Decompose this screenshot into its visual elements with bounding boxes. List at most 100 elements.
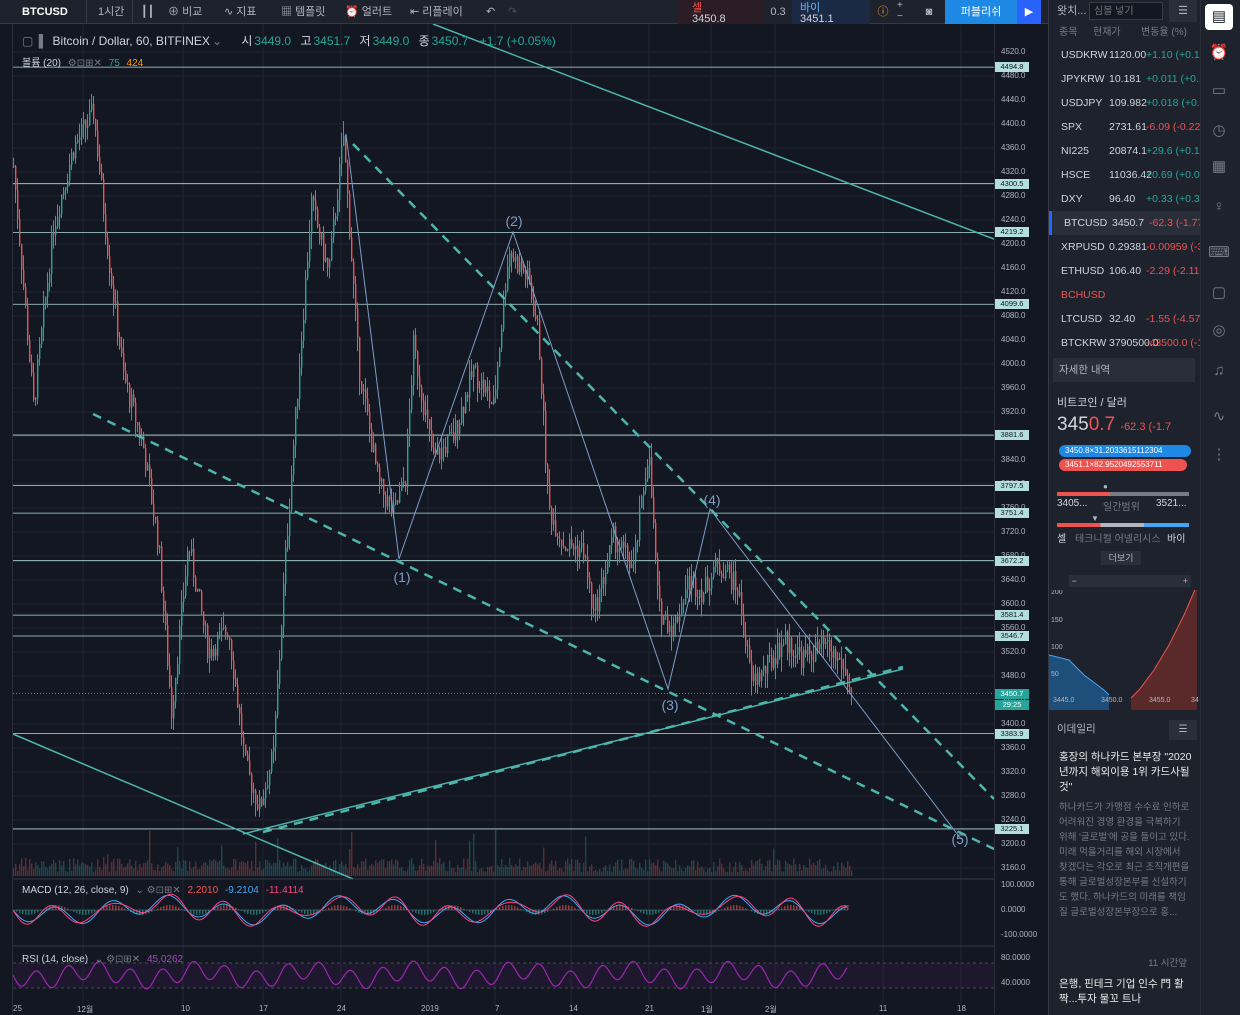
watchlist-row[interactable]: ETHUSD 106.40 -2.29 (-2.11%): [1049, 259, 1201, 283]
watchlist-row[interactable]: DXY 96.40 +0.33 (+0.34%): [1049, 187, 1201, 211]
watchlist-row[interactable]: XRPUSD 0.29381-0.00959 (-3.16%): [1049, 235, 1201, 259]
macd-hist-bar: [478, 910, 480, 915]
replay-button[interactable]: ⇤ 리플레이: [410, 0, 463, 24]
candle-body: [235, 678, 237, 685]
watchlist-row[interactable]: SPX 2731.61-6.09 (-0.22%): [1049, 115, 1201, 139]
details-button[interactable]: 자세한 내역: [1053, 358, 1195, 382]
candle-body: [55, 226, 57, 235]
volume-bar: [391, 859, 393, 876]
calendar-icon[interactable]: ▦: [1205, 154, 1233, 180]
camera-icon[interactable]: ◙: [918, 0, 940, 24]
bell-icon[interactable]: ♫: [1205, 358, 1233, 384]
alarm-clock-icon[interactable]: ⏰: [1205, 40, 1233, 66]
redo-icon[interactable]: ↷: [508, 0, 517, 24]
rsi-settings-icon[interactable]: ⌄ ⚙⊡⊞✕: [95, 954, 140, 965]
news-headline[interactable]: 홍장의 하나카드 본부장 "2020년까지 해외이용 1위 카드사될 것": [1059, 750, 1197, 795]
settings-icon[interactable]: ⚙⊡⊞✕: [68, 58, 102, 69]
candle-body: [719, 563, 721, 574]
macd-settings-icon[interactable]: ⌄ ⚙⊡⊞✕: [136, 885, 181, 896]
macd-hist-bar: [652, 910, 654, 915]
volume-label[interactable]: 볼륨 (20): [22, 58, 61, 69]
macd-hist-bar: [322, 910, 324, 912]
candle-body: [375, 444, 377, 464]
chevron-down-icon[interactable]: ⌄: [212, 34, 222, 48]
compare-button[interactable]: ⊕ 비교: [168, 0, 202, 24]
row-symbol: LTCUSD: [1061, 313, 1103, 325]
volume-bar: [539, 862, 541, 876]
macd-hist-bar: [82, 910, 84, 915]
publish-button[interactable]: 퍼블리쉬: [945, 0, 1017, 24]
play-icon[interactable]: ▶: [1017, 0, 1041, 24]
news-headline-2[interactable]: 은행, 핀테크 기업 인수 門 활짝...투자 물꼬 트나: [1059, 977, 1197, 1007]
plus-minus-icon[interactable]: + −: [897, 0, 909, 24]
chart-grid: [13, 24, 994, 1004]
broadcast-icon[interactable]: ◎: [1205, 318, 1233, 344]
candle-body: [561, 539, 563, 546]
undo-icon[interactable]: ↶: [486, 0, 495, 24]
news-source[interactable]: 이데일리: [1057, 722, 1096, 737]
chat-icon[interactable]: ▢: [1205, 280, 1233, 306]
buy-button[interactable]: 바이 3451.1: [792, 0, 870, 25]
candle-body: [539, 319, 541, 359]
volume-bar: [279, 859, 281, 876]
watchlist-title[interactable]: 왓치...: [1057, 0, 1086, 22]
candle-body: [357, 308, 359, 338]
symbol-search[interactable]: BTCUSD: [22, 0, 68, 24]
idea-icon[interactable]: ♀: [1205, 194, 1233, 220]
volume-bar: [491, 865, 493, 876]
depth-zoom-slider[interactable]: − +: [1069, 575, 1191, 587]
chart-title[interactable]: Bitcoin / Dollar, 60, BITFINEX: [53, 34, 210, 48]
templates-button[interactable]: ▦ 템플릿: [281, 0, 325, 24]
tech-marker-icon: ▼: [1091, 514, 1099, 523]
volume-bar: [431, 865, 433, 876]
candle-body: [193, 548, 195, 578]
candle-body: [755, 673, 757, 685]
macd-hist-bar: [223, 905, 225, 910]
volume-bar: [23, 866, 25, 876]
depth-chart[interactable]: 200 150 100 50 3445.0 3450.0 3455.0 34: [1049, 590, 1199, 710]
timer-icon[interactable]: ◷: [1205, 118, 1233, 144]
watchlist-row[interactable]: USDKRW1120.00+1.10 (+0.10%): [1049, 43, 1201, 67]
watchlist-row[interactable]: BTCUSD 3450.7 -62.3 (-1.77%): [1049, 211, 1201, 235]
watchlist-row[interactable]: BCHUSD: [1049, 283, 1201, 307]
price-chart[interactable]: (1) (2) (3) (4) (5): [13, 24, 994, 1004]
rsi-label[interactable]: RSI (14, close): [22, 954, 88, 965]
trend-icon[interactable]: ∿: [1205, 404, 1233, 430]
list-menu-icon[interactable]: ☰: [1169, 0, 1197, 22]
candle-body: [13, 166, 15, 167]
sell-button[interactable]: 셀 3450.8: [678, 0, 764, 25]
row-change: -1.55 (-4.57%): [1146, 313, 1201, 325]
volume-bar: [625, 868, 627, 876]
interval-button[interactable]: 1시간: [98, 0, 124, 24]
watchlist-row[interactable]: NI225 20874.1+29.6 (+0.14%): [1049, 139, 1201, 163]
symbol-input[interactable]: [1089, 2, 1163, 20]
news-menu-icon[interactable]: ☰: [1169, 720, 1197, 740]
candle-body: [157, 519, 159, 549]
time-axis[interactable]: 25 12월 10 17 24 2019 7 14 21 1월 2월 11 18: [13, 1004, 994, 1015]
order-book-icon[interactable]: ⋮: [1205, 442, 1233, 468]
collapse-icon[interactable]: ▢: [22, 34, 33, 48]
macd-label[interactable]: MACD (12, 26, close, 9): [22, 885, 129, 896]
indicators-button[interactable]: ∿ 지표: [224, 0, 257, 24]
watchlist-row[interactable]: LTCUSD 32.40 -1.55 (-4.57%): [1049, 307, 1201, 331]
more-button[interactable]: 더보기: [1101, 551, 1141, 565]
price-axis[interactable]: 4520.0 4480.0 4440.0 4400.0 4360.0 4320.0 4280…: [994, 24, 1047, 1014]
volume-bar: [89, 866, 91, 876]
info-icon[interactable]: ⓘ: [873, 0, 893, 24]
watchlist-row[interactable]: USDJPY 109.982+0.018 (+0.02%): [1049, 91, 1201, 115]
watchlist-row[interactable]: BTCKRW3790500.0-43500.0 (-1.1%): [1049, 331, 1201, 355]
watchlist-icon[interactable]: ▤: [1205, 4, 1233, 30]
candle-body: [455, 420, 457, 441]
stream-icon[interactable]: ⌨: [1205, 240, 1233, 266]
volume-bar: [527, 861, 529, 876]
watchlist-row[interactable]: JPYKRW 10.181 +0.011 (+0.11%): [1049, 67, 1201, 91]
alert-button[interactable]: ⏰ 얼러트: [345, 0, 392, 24]
data-window-icon[interactable]: ▭: [1205, 78, 1233, 104]
price-tick: 3960.0: [1001, 383, 1026, 392]
col-change[interactable]: 변동율 (%): [1141, 24, 1187, 42]
col-symbol[interactable]: 종목: [1059, 24, 1077, 42]
watchlist-row[interactable]: HSCE11036.42+0.69 (+0.01%): [1049, 163, 1201, 187]
chart-style-icon[interactable]: ┃┃: [141, 0, 154, 24]
candle-body: [809, 645, 811, 654]
col-price[interactable]: 현재가: [1093, 24, 1121, 42]
